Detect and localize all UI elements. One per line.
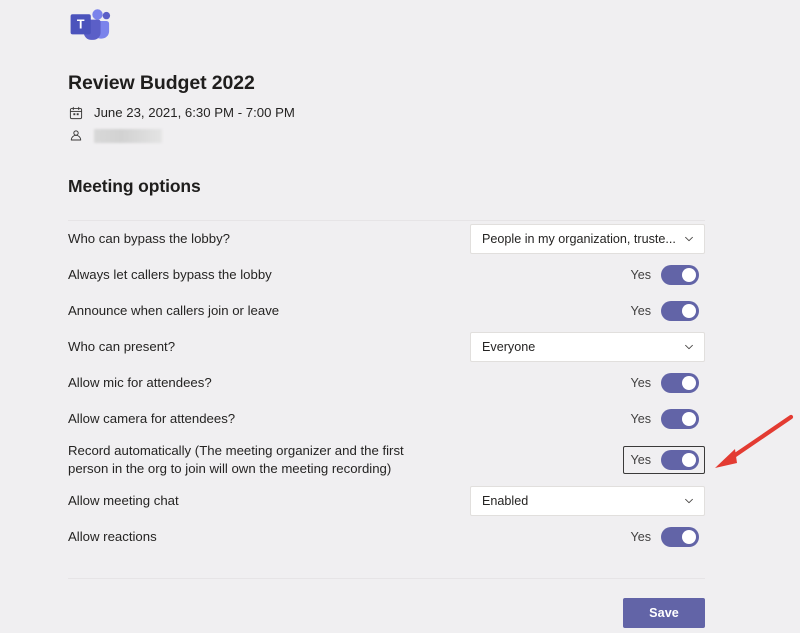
svg-text:T: T — [77, 17, 85, 31]
toggle-group-8[interactable]: Yes — [623, 523, 705, 551]
toggle-state-label: Yes — [630, 453, 651, 467]
toggle-switch[interactable] — [661, 450, 699, 470]
option-row: Allow reactions Yes — [68, 519, 705, 555]
dropdown-0[interactable]: People in my organization, truste... — [470, 224, 705, 254]
option-control: Yes — [623, 369, 705, 397]
toggle-knob — [682, 376, 696, 390]
toggle-knob — [682, 412, 696, 426]
page-title: Review Budget 2022 — [68, 72, 255, 94]
dropdown-value: People in my organization, truste... — [482, 232, 676, 246]
option-row: Announce when callers join or leave Yes — [68, 293, 705, 329]
option-control: Yes — [623, 523, 705, 551]
dropdown-3[interactable]: Everyone — [470, 332, 705, 362]
option-label: Allow meeting chat — [68, 493, 179, 508]
toggle-state-label: Yes — [630, 376, 651, 390]
meeting-datetime: June 23, 2021, 6:30 PM - 7:00 PM — [94, 105, 295, 121]
option-label: Announce when callers join or leave — [68, 303, 280, 318]
microsoft-teams-logo: T — [68, 6, 112, 46]
dropdown-value: Enabled — [482, 494, 529, 508]
meeting-options-list: Who can bypass the lobby? People in my or… — [68, 220, 705, 555]
toggle-group-4[interactable]: Yes — [623, 369, 705, 397]
option-row: Who can bypass the lobby? People in my or… — [68, 221, 705, 257]
toggle-state-label: Yes — [630, 268, 651, 282]
toggle-group-2[interactable]: Yes — [623, 297, 705, 325]
toggle-switch[interactable] — [661, 301, 699, 321]
meeting-datetime-row: June 23, 2021, 6:30 PM - 7:00 PM — [68, 103, 728, 123]
toggle-state-label: Yes — [630, 304, 651, 318]
toggle-switch[interactable] — [661, 527, 699, 547]
toggle-switch[interactable] — [661, 265, 699, 285]
chevron-down-icon — [682, 494, 696, 508]
toggle-switch[interactable] — [661, 409, 699, 429]
chevron-down-icon — [682, 232, 696, 246]
person-icon — [68, 128, 84, 144]
toggle-state-label: Yes — [630, 412, 651, 426]
option-label: Allow camera for attendees? — [68, 411, 236, 426]
section-heading: Meeting options — [68, 176, 201, 196]
toggle-group-6[interactable]: Yes — [623, 446, 705, 474]
meeting-organizer-name-redacted — [94, 129, 162, 144]
toggle-knob — [682, 268, 696, 282]
option-row: Who can present? Everyone — [68, 329, 705, 365]
chevron-down-icon — [682, 340, 696, 354]
dropdown-value: Everyone — [482, 340, 536, 354]
option-control: Everyone — [470, 332, 705, 362]
save-button[interactable]: Save — [623, 598, 705, 628]
option-label: Who can present? — [68, 339, 176, 354]
option-control: Yes — [623, 297, 705, 325]
option-label: Always let callers bypass the lobby — [68, 267, 272, 282]
calendar-icon — [68, 105, 84, 121]
toggle-knob — [682, 304, 696, 318]
toggle-knob — [682, 453, 696, 467]
option-row: Record automatically (The meeting organi… — [68, 437, 705, 483]
red-arrow-annotation-icon — [705, 408, 800, 478]
option-row: Allow camera for attendees? Yes — [68, 401, 705, 437]
option-row: Allow mic for attendees? Yes — [68, 365, 705, 401]
meeting-organizer-row — [68, 126, 728, 146]
meeting-header: Review Budget 2022 June 23, 2021, 6:30 P… — [68, 72, 728, 149]
option-label: Allow reactions — [68, 529, 157, 544]
meeting-options-page: T Review Budget 2022 June 23, 2021, 6:30… — [0, 0, 800, 633]
option-control: Yes — [623, 261, 705, 289]
option-label: Who can bypass the lobby? — [68, 231, 231, 246]
footer-divider — [68, 578, 705, 579]
toggle-group-5[interactable]: Yes — [623, 405, 705, 433]
option-control: Yes — [623, 405, 705, 433]
toggle-group-1[interactable]: Yes — [623, 261, 705, 289]
option-control: Enabled — [470, 486, 705, 516]
option-row: Always let callers bypass the lobby Yes — [68, 257, 705, 293]
option-label: Record automatically (The meeting organi… — [68, 443, 404, 476]
option-control: People in my organization, truste... — [470, 224, 705, 254]
option-row: Allow meeting chat Enabled — [68, 483, 705, 519]
dropdown-7[interactable]: Enabled — [470, 486, 705, 516]
option-label: Allow mic for attendees? — [68, 375, 212, 390]
toggle-state-label: Yes — [630, 530, 651, 544]
option-control: Yes — [623, 446, 705, 474]
toggle-knob — [682, 530, 696, 544]
toggle-switch[interactable] — [661, 373, 699, 393]
